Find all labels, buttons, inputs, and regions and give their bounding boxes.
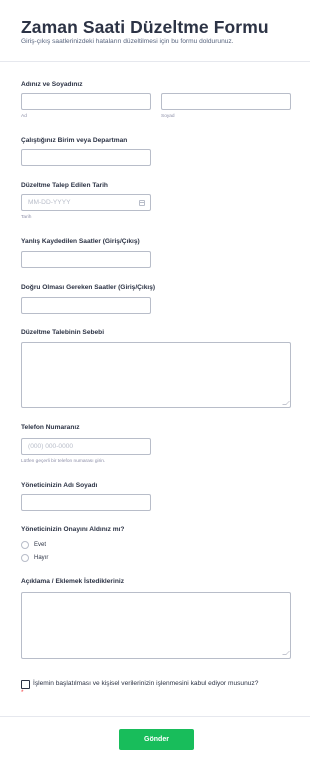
form-header: Zaman Saati Düzeltme Formu Giriş-çıkış s… (0, 0, 310, 62)
first-name-sublabel: Ad (21, 114, 27, 119)
phone-label: Telefon Numaranız (21, 424, 80, 431)
footer-divider (0, 716, 310, 717)
notes-label: Açıklama / Eklemek İstedikleriniz (21, 578, 124, 585)
notes-textarea[interactable] (21, 592, 291, 659)
department-input[interactable] (21, 149, 151, 166)
form-subtitle: Giriş-çıkış saatlerinizdeki hataların dü… (21, 38, 234, 45)
consent-label: İşlemin başlatılması ve kişisel verileri… (21, 679, 261, 697)
radio-yes-label: Evet (34, 541, 47, 548)
reason-label: Düzeltme Talebinin Sebebi (21, 329, 105, 336)
wrong-hours-label: Yanlış Kaydedilen Saatler (Giriş/Çıkış) (21, 238, 140, 245)
phone-input[interactable] (21, 438, 151, 455)
calendar-icon[interactable] (139, 200, 145, 206)
submit-button[interactable]: Gönder (119, 729, 194, 750)
manager-label: Yöneticinizin Adı Soyadı (21, 482, 98, 489)
required-mark: * (21, 689, 24, 696)
first-name-input[interactable] (21, 93, 151, 110)
last-name-input[interactable] (161, 93, 291, 110)
last-name-sublabel: Soyad (161, 114, 175, 119)
correct-hours-label: Doğru Olması Gereken Saatler (Giriş/Çıkı… (21, 284, 156, 291)
department-label: Çalıştığınız Birim veya Departman (21, 137, 128, 144)
form-title: Zaman Saati Düzeltme Formu (21, 17, 269, 37)
radio-no[interactable] (21, 553, 29, 562)
radio-no-label: Hayır (34, 554, 49, 561)
manager-input[interactable] (21, 494, 151, 511)
consent-text: İşlemin başlatılması ve kişisel verileri… (33, 680, 259, 687)
correct-hours-input[interactable] (21, 297, 151, 314)
approval-label: Yöneticinizin Onayını Aldınız mı? (21, 526, 125, 533)
name-label: Adınız ve Soyadınız (21, 81, 83, 88)
reason-textarea[interactable] (21, 342, 291, 408)
date-input[interactable] (21, 194, 151, 211)
approval-option-yes[interactable]: Evet (21, 540, 46, 549)
date-sublabel: Tarih (21, 215, 32, 220)
approval-option-no[interactable]: Hayır (21, 553, 48, 562)
wrong-hours-input[interactable] (21, 251, 151, 268)
phone-sublabel: Lütfen geçerli bir telefon numarası giri… (21, 459, 106, 464)
date-label: Düzeltme Talep Edilen Tarih (21, 182, 108, 189)
radio-yes[interactable] (21, 540, 29, 549)
